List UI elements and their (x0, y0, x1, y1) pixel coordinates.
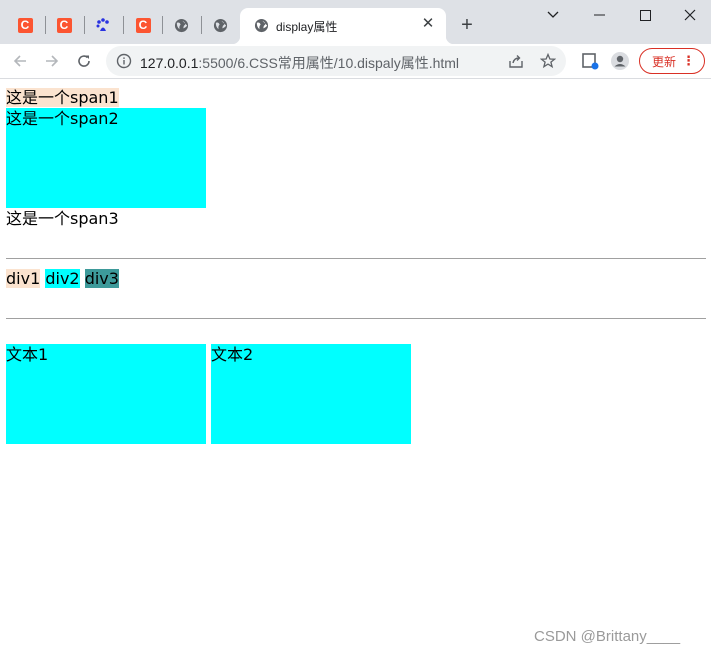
share-icon[interactable] (508, 54, 524, 69)
forward-button[interactable] (40, 49, 64, 73)
pinned-tab-globe-2[interactable] (209, 14, 231, 36)
info-icon[interactable] (116, 53, 132, 69)
globe-icon (213, 18, 227, 32)
url-text: 127.0.0.1:5500/6.CSS常用属性/10.dispaly属性.ht… (140, 53, 459, 73)
divider-2 (6, 318, 706, 319)
div1: div1 (6, 269, 41, 288)
tab-separator (45, 16, 46, 34)
update-label: 更新 (652, 54, 677, 69)
watermark: CSDN @Brittany____ (534, 628, 681, 645)
browser-toolbar: 127.0.0.1:5500/6.CSS常用属性/10.dispaly属性.ht… (0, 44, 711, 79)
text-box-2: 文本2 (211, 344, 411, 444)
page-content: 这是一个span1 这是一个span2 这是一个span3 (6, 87, 706, 229)
maximize-icon (639, 9, 651, 21)
reload-button[interactable] (72, 49, 96, 73)
update-button[interactable]: 更新 ⋮ (639, 48, 705, 74)
div2: div2 (45, 269, 80, 288)
minimize-button[interactable] (576, 0, 622, 30)
back-button[interactable] (8, 49, 32, 73)
reload-icon (78, 55, 90, 67)
pinned-tab-csdn-1[interactable]: C (14, 14, 36, 36)
csdn-icon: C (17, 17, 33, 33)
globe-icon (254, 18, 269, 33)
div3: div3 (84, 269, 119, 288)
bookmark-star-icon[interactable] (540, 53, 556, 69)
pinned-tab-csdn-2[interactable]: C (53, 14, 75, 36)
tab-search-button[interactable] (530, 0, 576, 30)
close-icon (684, 9, 696, 21)
url-path: :5500/6.CSS常用属性/10.dispaly属性.html (198, 55, 460, 71)
span2-block: 这是一个span2 (6, 108, 206, 208)
arrow-left-icon (13, 55, 26, 67)
csdn-icon: C (56, 17, 72, 33)
tab-separator (84, 16, 85, 34)
new-tab-button[interactable]: + (456, 14, 478, 36)
span-line-3: 这是一个span3 (6, 208, 706, 229)
close-window-button[interactable] (667, 0, 711, 30)
address-bar[interactable]: 127.0.0.1:5500/6.CSS常用属性/10.dispaly属性.ht… (106, 46, 566, 76)
menu-dots-icon[interactable]: ⋮ (682, 52, 695, 70)
profile-button[interactable] (608, 49, 632, 73)
tab-separator (123, 16, 124, 34)
sidepanel-icon (582, 53, 599, 70)
tab-separator (162, 16, 163, 34)
tab-separator (201, 16, 202, 34)
span3: 这是一个span3 (6, 209, 119, 228)
text-box-1: 文本1 (6, 344, 206, 444)
arrow-right-icon (46, 55, 59, 67)
tab-title: display属性 (276, 20, 338, 34)
avatar-icon (611, 52, 629, 70)
maximize-button[interactable] (622, 0, 668, 30)
extensions-button[interactable] (578, 49, 602, 73)
inline-divs-row: div1 div2 div3 (6, 269, 119, 289)
span1: 这是一个span1 (6, 88, 119, 107)
chevron-down-icon (547, 11, 559, 18)
minimize-icon (593, 14, 605, 16)
url-host: 127.0.0.1 (140, 55, 199, 71)
divider-1 (6, 258, 706, 259)
baidu-paw-icon (96, 18, 109, 31)
tab-strip: C C C display属性 ✕ + (0, 0, 711, 44)
span-line-1: 这是一个span1 (6, 87, 706, 108)
globe-icon (174, 18, 188, 32)
csdn-icon: C (135, 17, 151, 33)
pinned-tab-globe-1[interactable] (170, 14, 192, 36)
pinned-tab-baidu[interactable] (92, 14, 114, 36)
close-tab-icon[interactable]: ✕ (420, 16, 436, 32)
active-tab[interactable]: display属性 ✕ (232, 8, 454, 44)
pinned-tab-csdn-3[interactable]: C (132, 14, 154, 36)
